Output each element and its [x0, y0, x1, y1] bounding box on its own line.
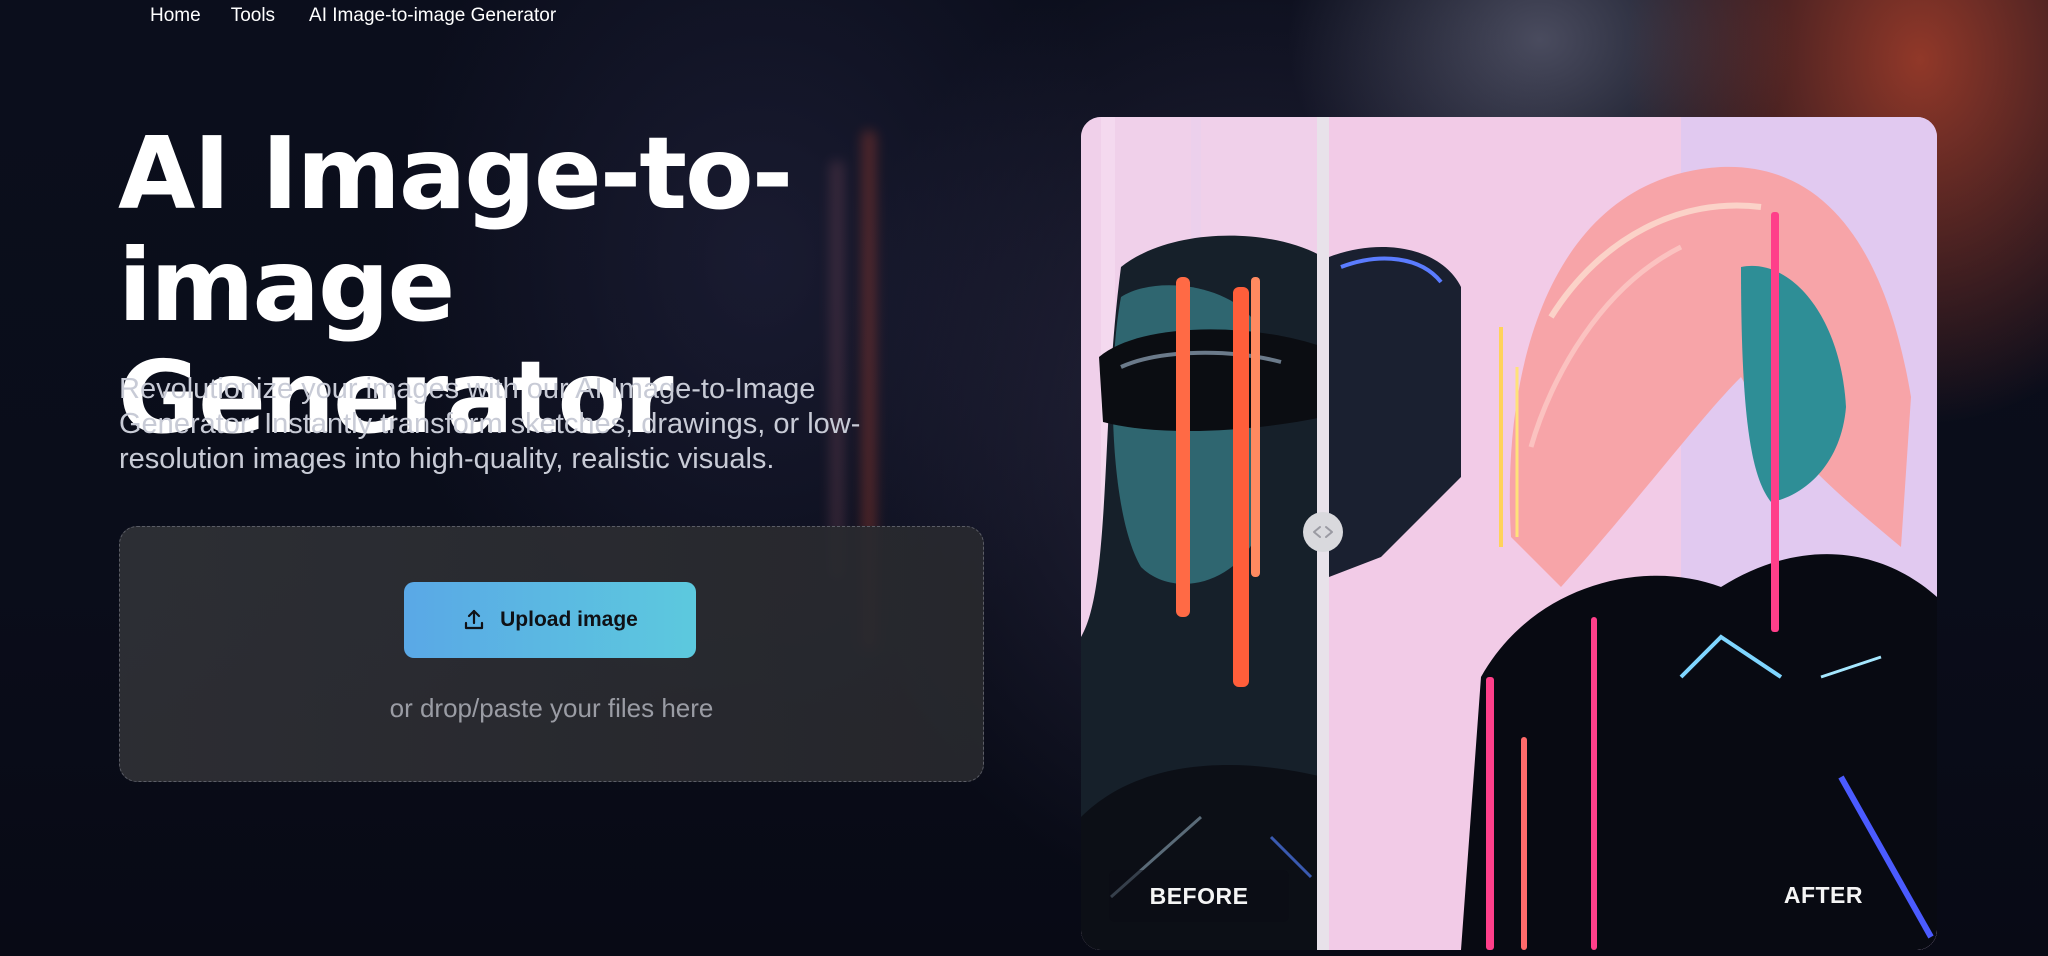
upload-image-button[interactable]: Upload image — [404, 582, 696, 658]
breadcrumb-current-page[interactable]: AI Image-to-image Generator — [309, 5, 556, 27]
after-label: AFTER — [1783, 882, 1863, 908]
upload-button-label: Upload image — [500, 608, 638, 631]
upload-icon — [465, 609, 484, 630]
before-label: BEFORE — [1109, 870, 1289, 922]
hero-description: Revolutionize your images with our AI Im… — [119, 373, 861, 475]
page-title-line-1: AI Image-to- — [118, 115, 793, 232]
breadcrumb: Home Tools AI Image-to-image Generator — [150, 5, 556, 27]
code-arrows-icon — [1313, 526, 1333, 538]
comparison-slider-handle[interactable] — [1303, 512, 1343, 552]
breadcrumb-home-link[interactable]: Home — [150, 5, 201, 27]
comparison-image — [1081, 117, 1937, 950]
drop-hint-text: or drop/paste your files here — [389, 693, 714, 723]
after-image — [1329, 117, 1937, 950]
breadcrumb-tools-link[interactable]: Tools — [231, 5, 275, 27]
upload-dropzone[interactable]: Upload image or drop/paste your files he… — [119, 526, 984, 782]
before-after-comparison[interactable]: BEFORE AFTER — [1081, 117, 1937, 950]
before-image — [1081, 117, 1323, 950]
